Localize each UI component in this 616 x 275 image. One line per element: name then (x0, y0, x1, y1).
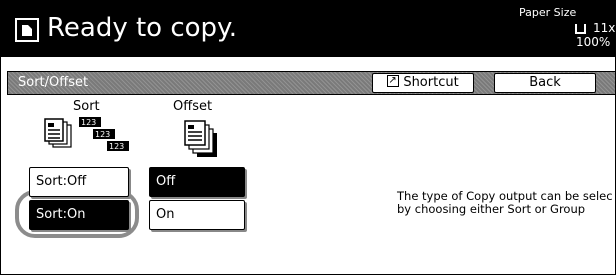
help-line-2: by choosing either Sort or Group (397, 202, 586, 216)
shortcut-arrow-icon (387, 72, 400, 90)
panel-title: Sort/Offset (18, 75, 89, 90)
sorted-pages-icon: 123 123 123 (37, 115, 137, 161)
status-header: Ready to copy. Paper Size 11x8 100% (1, 1, 616, 57)
offset-heading: Offset (173, 99, 213, 114)
sort-set-1-label: 123 (81, 118, 96, 127)
paper-tray-icon (575, 24, 586, 34)
help-text: The type of Copy output can be selec by … (397, 190, 615, 216)
shortcut-label: Shortcut (403, 75, 459, 90)
sort-off-button[interactable]: Sort:Off (29, 167, 129, 197)
copy-screen: Ready to copy. Paper Size 11x8 100% Sort… (0, 0, 616, 275)
sort-heading: Sort (73, 99, 100, 114)
offset-on-button[interactable]: On (149, 200, 245, 230)
paper-size-value: 11x8 (593, 21, 616, 35)
sort-on-button[interactable]: Sort:On (29, 200, 129, 230)
sort-set-3-label: 123 (109, 142, 124, 151)
zoom-value: 100% (576, 35, 611, 49)
panel-titlebar: Sort/Offset Shortcut Back (7, 71, 615, 95)
sort-set-2-label: 123 (95, 130, 110, 139)
shortcut-button[interactable]: Shortcut (372, 72, 474, 93)
offset-pages-icon (175, 115, 231, 161)
paper-size-label: Paper Size (519, 6, 577, 19)
back-button[interactable]: Back (494, 73, 596, 93)
offset-off-button[interactable]: Off (149, 167, 245, 197)
copy-document-icon (15, 18, 39, 42)
status-title: Ready to copy. (47, 13, 237, 43)
